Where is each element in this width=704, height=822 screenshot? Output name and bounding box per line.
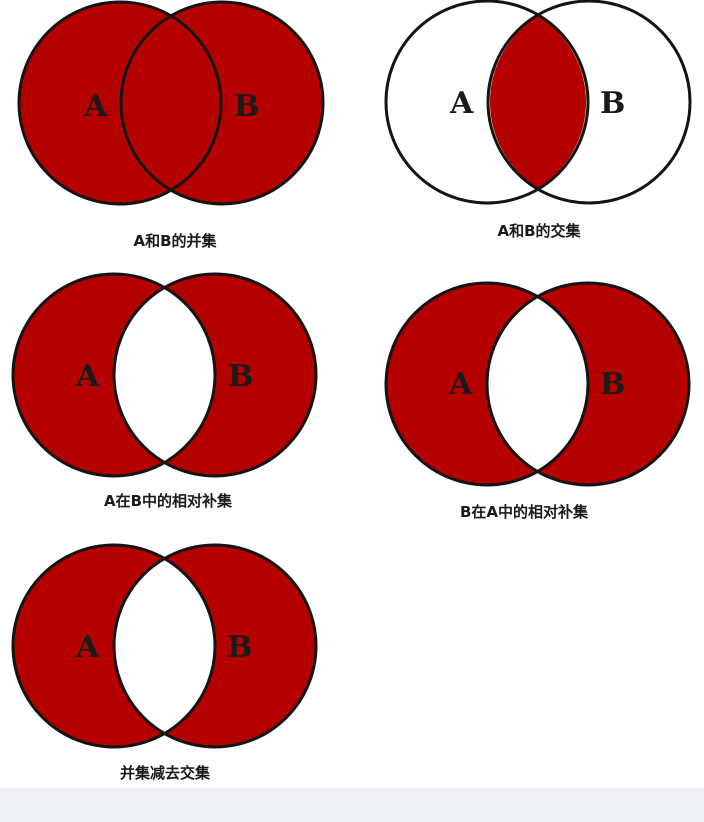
caption-a-minus-b: B在A中的相对补集 [460, 503, 589, 521]
region-symmetric-difference [13, 545, 316, 747]
caption-symmetric-difference: 并集减去交集 [120, 764, 211, 782]
venn-intersection: A B A和B的交集 [384, 0, 692, 240]
venn-a-minus-b: A B B在A中的相对补集 [384, 281, 691, 521]
set-label-b: B [228, 359, 253, 394]
set-label-a: A [75, 630, 100, 665]
region-intersection [489, 16, 587, 188]
venn-symmetric-difference: A B 并集减去交集 [11, 543, 318, 782]
set-label-a: A [75, 359, 100, 394]
region-a-only [386, 283, 689, 485]
region-b-only [13, 274, 316, 476]
set-label-b: B [227, 630, 252, 665]
set-label-b: B [600, 86, 625, 121]
set-label-b: B [234, 89, 259, 124]
set-label-b: B [600, 367, 625, 402]
set-label-a: A [448, 367, 473, 402]
set-label-a: A [449, 86, 474, 121]
set-label-a: A [83, 89, 108, 124]
venn-diagrams-canvas: A B A和B的并集 A B A和B的交集 A B A在B中的相对补集 A B … [11, 0, 692, 782]
caption-intersection: A和B的交集 [497, 222, 581, 240]
caption-b-minus-a: A在B中的相对补集 [104, 492, 233, 510]
caption-union: A和B的并集 [133, 232, 217, 250]
venn-b-minus-a: A B A在B中的相对补集 [11, 272, 318, 510]
venn-union: A B A和B的并集 [17, 0, 325, 250]
